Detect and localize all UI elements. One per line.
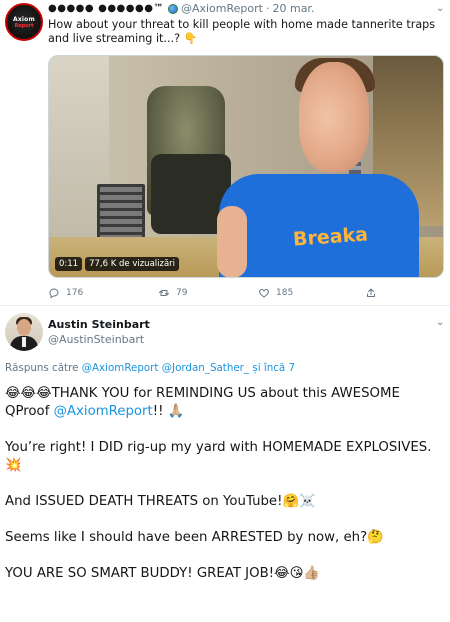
replying-more-link[interactable]: și încă 7 [252,362,295,374]
replying-to-line: Răspuns către @AxiomReport @Jordan_Sathe… [5,362,295,374]
retweet-button[interactable]: 79 [158,287,187,299]
reply-display-name[interactable]: Austin Steinbart [48,318,150,331]
tweet-menu-chevron-icon[interactable]: ⌄ [436,3,444,14]
reply-text: 😂😂😂THANK YOU for REMINDING US about this… [5,385,445,601]
video-player[interactable]: Breaka 0:11 77,6 K de vizualizări [48,55,444,278]
video-duration: 0:11 [55,257,83,271]
tweet-actions: 176 79 185 [48,287,388,301]
reply-paragraph-4: Seems like I should have been ARRESTED b… [5,530,384,545]
like-button[interactable]: 185 [258,287,293,299]
replying-mention-jordan[interactable]: @Jordan_Sather_ [162,362,249,374]
reply-paragraph-3: And ISSUED DEATH THREATS on YouTube!🤗☠️ [5,494,316,509]
reply-paragraph-2: You’re right! I DID rig-up my yard with … [5,440,432,473]
retweet-count: 79 [176,288,188,298]
reply-menu-chevron-icon[interactable]: ⌄ [436,317,444,328]
body-mention-axiomreport[interactable]: @AxiomReport [54,404,153,419]
share-icon [367,288,375,297]
video-view-count: 77,6 K de vizualizări [85,257,180,271]
globe-icon [167,3,178,14]
tweet-display-name[interactable]: ●●●●● ●●●●●●™ [48,3,164,14]
video-person-head [299,62,369,172]
reply-count: 176 [66,288,84,298]
retweet-icon [159,290,169,296]
video-person-hand [217,206,247,277]
quoted-tweet[interactable]: Axiom Report ●●●●● ●●●●●●™ @AxiomReport … [0,0,450,306]
austin-steinbart-avatar[interactable] [5,313,43,351]
share-button[interactable] [365,287,377,299]
separator-dot: · [265,2,270,15]
tweet-text: How about your threat to kill people wit… [48,18,436,45]
reply-paragraph-1: 😂😂😂THANK YOU for REMINDING US about this… [5,386,400,419]
tweet-header: ●●●●● ●●●●●●™ @AxiomReport · 20 mar. [48,2,314,15]
reply-button[interactable]: 176 [48,287,83,299]
replying-mention-axiomreport[interactable]: @AxiomReport [82,362,159,374]
replying-prefix: Răspuns către [5,362,79,374]
like-count: 185 [276,288,294,298]
reply-handle[interactable]: @AustinSteinbart [48,333,144,346]
avatar-logo-text-bottom: Report [14,22,34,29]
reply-icon [49,288,59,299]
reply-paragraph-5: YOU ARE SO SMART BUDDY! GREAT JOB!😂😘👍🏼 [5,566,320,581]
axiom-report-avatar[interactable]: Axiom Report [5,3,43,41]
video-info-badges: 0:11 77,6 K de vizualizări [55,257,180,271]
tweet-date[interactable]: 20 mar. [272,2,314,15]
tweet-handle[interactable]: @AxiomReport [181,2,263,15]
heart-icon [259,288,269,298]
avatar-logo-text-top: Axiom [13,15,35,23]
